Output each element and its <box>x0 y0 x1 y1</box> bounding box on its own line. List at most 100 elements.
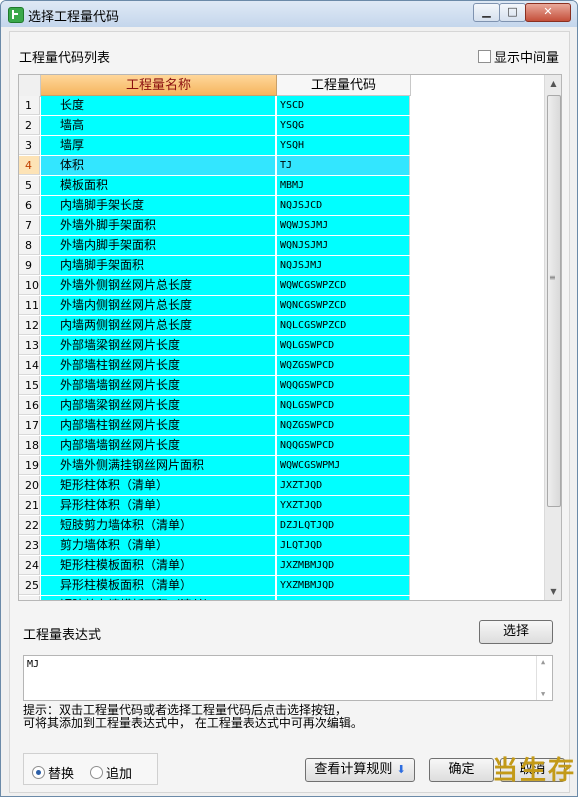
row-number[interactable]: 11 <box>19 296 40 315</box>
quantity-name-cell[interactable]: 外部墙柱钢丝网片长度 <box>41 356 276 375</box>
quantity-name-cell[interactable]: 短肢剪力墙模板面积（清单） <box>41 596 276 600</box>
table-row[interactable]: 20 矩形柱体积（清单） JXZTJQD <box>19 476 411 496</box>
table-row[interactable]: 19 外墙外侧满挂钢丝网片面积 WQWCGSWPMJ <box>19 456 411 476</box>
scroll-down-arrow-icon[interactable]: ▼ <box>545 583 561 600</box>
radio-dot[interactable] <box>32 766 45 779</box>
append-radio[interactable]: 追加 <box>90 763 132 782</box>
quantity-name-cell[interactable]: 异形柱体积（清单） <box>41 496 276 515</box>
quantity-code-cell[interactable]: TJ <box>277 156 410 175</box>
table-row[interactable]: 8 外墙内脚手架面积 WQNJSJMJ <box>19 236 411 256</box>
quantity-code-cell[interactable]: WQQGSWPCD <box>277 376 410 395</box>
quantity-code-cell[interactable]: JXZTJQD <box>277 476 410 495</box>
row-number[interactable]: 10 <box>19 276 40 295</box>
row-number[interactable]: 5 <box>19 176 40 195</box>
vertical-scrollbar[interactable]: ▲ ≡ ▼ <box>544 75 561 600</box>
row-number[interactable]: 24 <box>19 556 40 575</box>
quantity-code-cell[interactable]: JLQTJQD <box>277 536 410 555</box>
quantity-name-cell[interactable]: 外部墙墙钢丝网片长度 <box>41 376 276 395</box>
scroll-up-arrow-icon[interactable]: ▲ <box>545 75 561 92</box>
quantity-name-cell[interactable]: 内部墙柱钢丝网片长度 <box>41 416 276 435</box>
row-number[interactable]: 8 <box>19 236 40 255</box>
quantity-code-cell[interactable]: WQWJSJMJ <box>277 216 410 235</box>
row-number[interactable]: 18 <box>19 436 40 455</box>
quantity-name-cell[interactable]: 内墙两侧钢丝网片总长度 <box>41 316 276 335</box>
row-number[interactable]: 3 <box>19 136 40 155</box>
quantity-name-cell[interactable]: 体积 <box>41 156 276 175</box>
row-number[interactable]: 1 <box>19 96 40 115</box>
row-number[interactable]: 9 <box>19 256 40 275</box>
quantity-code-cell[interactable]: JXZMBMJQD <box>277 556 410 575</box>
quantity-name-cell[interactable]: 墙高 <box>41 116 276 135</box>
quantity-code-cell[interactable]: NQLGSWPCD <box>277 396 410 415</box>
maximize-button[interactable]: □ <box>499 3 526 22</box>
quantity-code-cell[interactable]: DZJLQMBMJQD <box>277 596 410 600</box>
row-number[interactable]: 19 <box>19 456 40 475</box>
expression-value[interactable]: MJ <box>27 659 39 670</box>
expression-input[interactable]: MJ ▲ ▼ <box>23 655 553 701</box>
row-number[interactable]: 14 <box>19 356 40 375</box>
table-row[interactable]: 13 外部墙梁钢丝网片长度 WQLGSWPCD <box>19 336 411 356</box>
checkbox-box[interactable] <box>478 50 491 63</box>
table-row[interactable]: 7 外墙外脚手架面积 WQWJSJMJ <box>19 216 411 236</box>
table-row[interactable]: 2 墙高 YSQG <box>19 116 411 136</box>
table-row[interactable]: 12 内墙两侧钢丝网片总长度 NQLCGSWPZCD <box>19 316 411 336</box>
quantity-name-cell[interactable]: 外墙外侧钢丝网片总长度 <box>41 276 276 295</box>
table-row[interactable]: 4 体积 TJ <box>19 156 411 176</box>
table-row[interactable]: 26短肢剪力墙模板面积（清单）DZJLQMBMJQD <box>19 596 411 600</box>
quantity-name-cell[interactable]: 矩形柱模板面积（清单） <box>41 556 276 575</box>
scroll-thumb[interactable] <box>547 95 561 507</box>
table-row[interactable]: 21 异形柱体积（清单） YXZTJQD <box>19 496 411 516</box>
table-row[interactable]: 1 长度 YSCD <box>19 96 411 116</box>
quantity-name-cell[interactable]: 内部墙墙钢丝网片长度 <box>41 436 276 455</box>
quantity-code-cell[interactable]: WQLGSWPCD <box>277 336 410 355</box>
table-row[interactable]: 18 内部墙墙钢丝网片长度 NQQGSWPCD <box>19 436 411 456</box>
title-bar[interactable]: 选择工程量代码 ▁ □ ✕ <box>1 1 577 27</box>
choose-button[interactable]: 选择 <box>479 620 553 644</box>
scroll-down-arrow-icon[interactable]: ▼ <box>541 690 545 698</box>
quantity-code-cell[interactable]: NQJSJCD <box>277 196 410 215</box>
quantity-code-cell[interactable]: WQNCGSWPZCD <box>277 296 410 315</box>
quantity-name-cell[interactable]: 长度 <box>41 96 276 115</box>
table-row[interactable]: 22 短肢剪力墙体积（清单） DZJLQTJQD <box>19 516 411 536</box>
quantity-code-cell[interactable]: WQNJSJMJ <box>277 236 410 255</box>
quantity-code-cell[interactable]: YSQG <box>277 116 410 135</box>
quantity-code-cell[interactable]: YXZTJQD <box>277 496 410 515</box>
quantity-name-cell[interactable]: 剪力墙体积（清单） <box>41 536 276 555</box>
quantity-code-cell[interactable]: NQLCGSWPZCD <box>277 316 410 335</box>
quantity-name-cell[interactable]: 内墙脚手架长度 <box>41 196 276 215</box>
table-row[interactable]: 5 模板面积 MBMJ <box>19 176 411 196</box>
table-row[interactable]: 11 外墙内侧钢丝网片总长度 WQNCGSWPZCD <box>19 296 411 316</box>
table-row[interactable]: 15 外部墙墙钢丝网片长度 WQQGSWPCD <box>19 376 411 396</box>
scroll-up-arrow-icon[interactable]: ▲ <box>541 658 545 666</box>
row-number[interactable]: 22 <box>19 516 40 535</box>
replace-radio[interactable]: 替换 <box>32 763 74 782</box>
quantity-code-cell[interactable]: YSCD <box>277 96 410 115</box>
quantity-name-cell[interactable]: 外部墙梁钢丝网片长度 <box>41 336 276 355</box>
row-number[interactable]: 13 <box>19 336 40 355</box>
ok-button[interactable]: 确定 <box>429 758 494 782</box>
quantity-name-cell[interactable]: 模板面积 <box>41 176 276 195</box>
table-row[interactable]: 24 矩形柱模板面积（清单） JXZMBMJQD <box>19 556 411 576</box>
quantity-name-cell[interactable]: 外墙内侧钢丝网片总长度 <box>41 296 276 315</box>
table-row[interactable]: 23 剪力墙体积（清单） JLQTJQD <box>19 536 411 556</box>
table-row[interactable]: 17 内部墙柱钢丝网片长度 NQZGSWPCD <box>19 416 411 436</box>
table-row[interactable]: 6 内墙脚手架长度 NQJSJCD <box>19 196 411 216</box>
row-number[interactable]: 12 <box>19 316 40 335</box>
quantity-code-cell[interactable]: WQWCGSWPMJ <box>277 456 410 475</box>
table-row[interactable]: 3 墙厚 YSQH <box>19 136 411 156</box>
radio-dot[interactable] <box>90 766 103 779</box>
quantity-name-cell[interactable]: 内墙脚手架面积 <box>41 256 276 275</box>
column-header-name[interactable]: 工程量名称 <box>41 75 277 96</box>
quantity-name-cell[interactable]: 外墙外侧满挂钢丝网片面积 <box>41 456 276 475</box>
quantity-code-cell[interactable]: NQJSJMJ <box>277 256 410 275</box>
quantity-name-cell[interactable]: 短肢剪力墙体积（清单） <box>41 516 276 535</box>
row-number[interactable]: 15 <box>19 376 40 395</box>
quantity-code-cell[interactable]: NQZGSWPCD <box>277 416 410 435</box>
quantity-name-cell[interactable]: 异形柱模板面积（清单） <box>41 576 276 595</box>
column-header-code[interactable]: 工程量代码 <box>277 75 411 96</box>
table-row[interactable]: 25 异形柱模板面积（清单） YXZMBMJQD <box>19 576 411 596</box>
row-number[interactable]: 25 <box>19 576 40 595</box>
quantity-code-cell[interactable]: MBMJ <box>277 176 410 195</box>
expression-scrollbar[interactable]: ▲ ▼ <box>536 656 552 700</box>
quantity-name-cell[interactable]: 外墙内脚手架面积 <box>41 236 276 255</box>
